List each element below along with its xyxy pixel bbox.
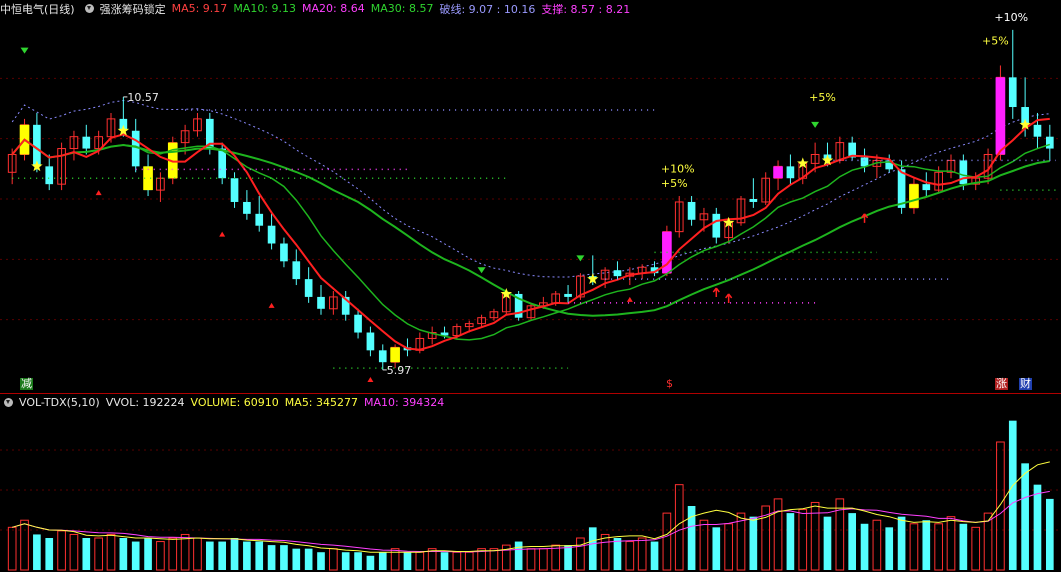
volume-bar [341,552,350,570]
volume-bar [193,537,202,571]
volume-bar [354,552,362,570]
volume-bar [674,484,684,571]
volume-bar [897,516,906,570]
volume-bar [144,538,152,570]
volume-bar [94,537,103,571]
volume-bar [464,551,474,571]
dollar-marker: $ [666,377,673,390]
volume-bar [317,552,325,570]
volume-bar [366,555,375,570]
volume-bar [489,548,499,571]
volume-bar [243,541,251,570]
volume-bar [576,537,585,571]
volume-bar [1021,463,1029,570]
volume-bar [699,519,709,571]
volume-bar [280,545,288,570]
volume-bar [786,513,795,570]
volume-bar [255,541,264,570]
volume-bar [860,523,869,570]
volume-bar [218,541,227,570]
volume-bar [934,523,943,571]
volume-bar [452,551,462,571]
volume-bar [1008,420,1017,570]
volume-bar [267,545,276,570]
volume-bar [526,548,536,571]
volume-bar [959,523,968,570]
volume-bar [539,548,548,571]
volume-bar [156,541,165,571]
volume-bar [724,523,733,571]
volume-bar [33,534,41,570]
volume-bar [7,526,17,571]
volume-chart[interactable] [0,0,1061,572]
volume-bar [1033,484,1042,570]
volume-bar [292,548,301,570]
volume-bar [773,498,783,571]
vol-ma5-line [12,461,1050,553]
volume-bar [304,548,313,570]
volume-bar [625,541,635,571]
volume-bar [1045,498,1054,570]
volume-bar [329,548,338,571]
volume-bar [230,538,239,570]
volume-bar [440,552,449,570]
jian-marker: 减 [20,377,33,390]
volume-bar [637,537,647,571]
volume-bar [909,523,919,571]
volume-bar [996,441,1005,571]
volume-bar [600,533,610,571]
volume-bar [885,527,894,570]
volume-bar [613,538,622,570]
volume-bar [131,541,140,570]
volume-bar [415,551,425,571]
volume-bar [106,533,116,571]
volume-bar [650,541,659,570]
volume-bar [378,552,387,570]
volume-bar [57,530,66,571]
vol-ma10-line [12,490,1050,553]
volume-bar [403,552,412,570]
volume-bar [662,512,672,571]
volume-bar [848,513,857,570]
volume-bar [205,541,214,570]
volume-bar [168,537,178,571]
volume-bar [564,545,572,570]
volume-bar [712,527,721,570]
volume-bar [69,533,79,571]
volume-bar [823,516,832,570]
volume-bar [922,520,931,570]
volume-bar [749,516,758,570]
volume-bar [45,538,54,570]
volume-bar [82,538,91,570]
volume-bar [514,541,523,570]
volume-bar [798,509,808,571]
volume-bar [872,519,882,571]
volume-bar [971,526,981,571]
cai-marker: 财 [1019,377,1032,390]
volume-bar [946,516,956,571]
volume-bar [588,527,597,570]
volume-bar [180,533,190,571]
volume-bar [119,538,128,570]
volume-bar [20,519,29,571]
zhang-marker: 涨 [995,377,1008,390]
